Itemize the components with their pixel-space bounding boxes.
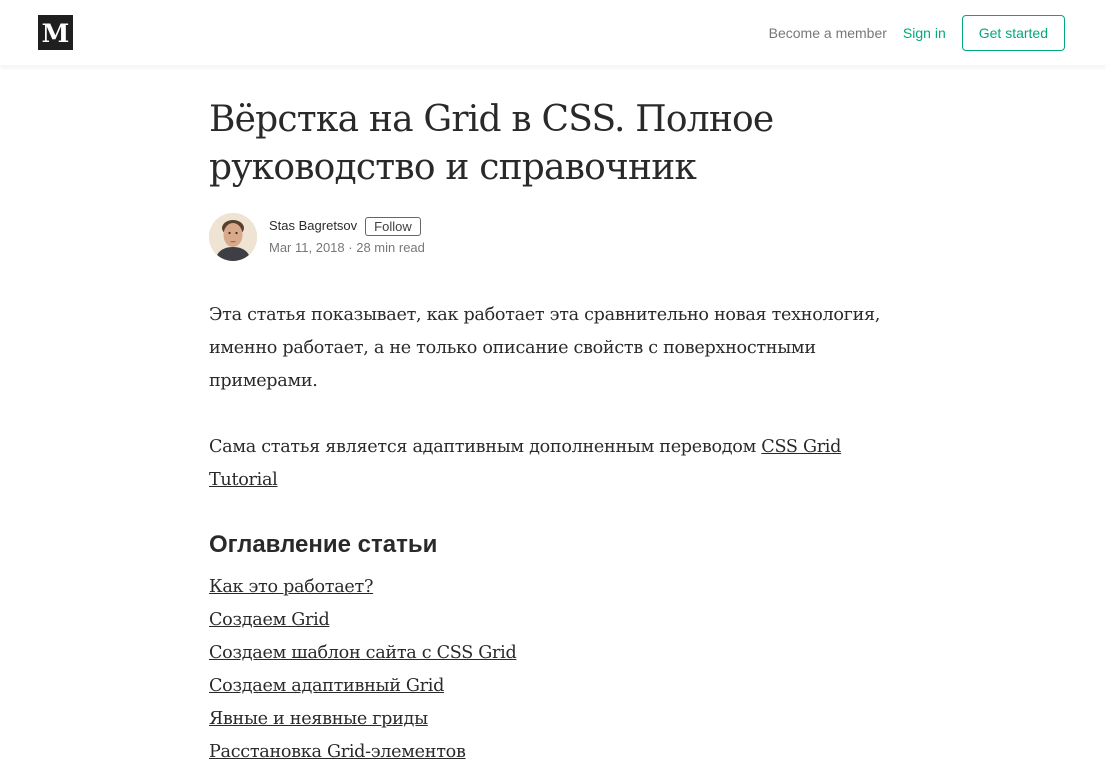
toc-link-responsive-grid[interactable]: Создаем адаптивный Grid [209, 676, 444, 696]
toc-item: Создаем Grid [209, 604, 899, 637]
toc-link-how-it-works[interactable]: Как это работает? [209, 577, 373, 597]
toc-link-placement[interactable]: Расстановка Grid-элементов [209, 742, 466, 762]
toc-item: Создаем шаблон сайта с CSS Grid [209, 637, 899, 670]
toc-heading: Оглавление статьи [209, 531, 438, 558]
byline-text: Stas Bagretsov Follow Mar 11, 2018 · 28 … [269, 216, 425, 258]
medium-logo-icon[interactable]: M [38, 15, 73, 50]
top-navigation-bar: M Become a member Sign in Get started [0, 0, 1106, 66]
byline: Stas Bagretsov Follow Mar 11, 2018 · 28 … [209, 213, 899, 261]
toc-item: Расстановка Grid-элементов [209, 736, 899, 769]
author-avatar[interactable] [209, 213, 257, 261]
article-title: Вёрстка на Grid в CSS. Полное руководств… [209, 99, 774, 188]
author-avatar-image [209, 213, 257, 261]
toc-item: Как это работает? [209, 571, 899, 604]
article: Вёрстка на Grid в CSS. Полное руководств… [209, 92, 899, 769]
table-of-contents: Как это работает? Создаем Grid Создаем ш… [209, 571, 899, 769]
translation-note-text: Сама статья является адаптивным дополнен… [209, 437, 762, 457]
post-meta: Mar 11, 2018 · 28 min read [269, 238, 425, 258]
publish-date: Mar 11, 2018 [269, 240, 345, 255]
get-started-button[interactable]: Get started [961, 15, 1065, 51]
become-member-link[interactable]: Become a member [769, 25, 887, 41]
toc-link-explicit-implicit[interactable]: Явные и неявные гриды [209, 709, 428, 729]
toc-link-create-grid[interactable]: Создаем Grid [209, 610, 330, 630]
toc-item: Явные и неявные гриды [209, 703, 899, 736]
sign-in-link[interactable]: Sign in [903, 25, 946, 41]
author-name[interactable]: Stas Bagretsov [269, 216, 357, 236]
toc-link-site-template[interactable]: Создаем шаблон сайта с CSS Grid [209, 643, 517, 663]
nav-actions: Become a member Sign in Get started [769, 14, 1065, 52]
follow-button[interactable]: Follow [365, 216, 421, 236]
read-time: 28 min read [356, 240, 425, 255]
toc-item: Создаем адаптивный Grid [209, 670, 899, 703]
medium-logo-glyph: M [38, 15, 73, 50]
meta-separator: · [348, 240, 353, 255]
intro-paragraph: Эта статья показывает, как работает эта … [209, 305, 881, 391]
author-row: Stas Bagretsov Follow [269, 216, 425, 236]
translation-note-paragraph: Сама статья является адаптивным дополнен… [209, 431, 899, 497]
svg-text:M: M [42, 19, 70, 48]
